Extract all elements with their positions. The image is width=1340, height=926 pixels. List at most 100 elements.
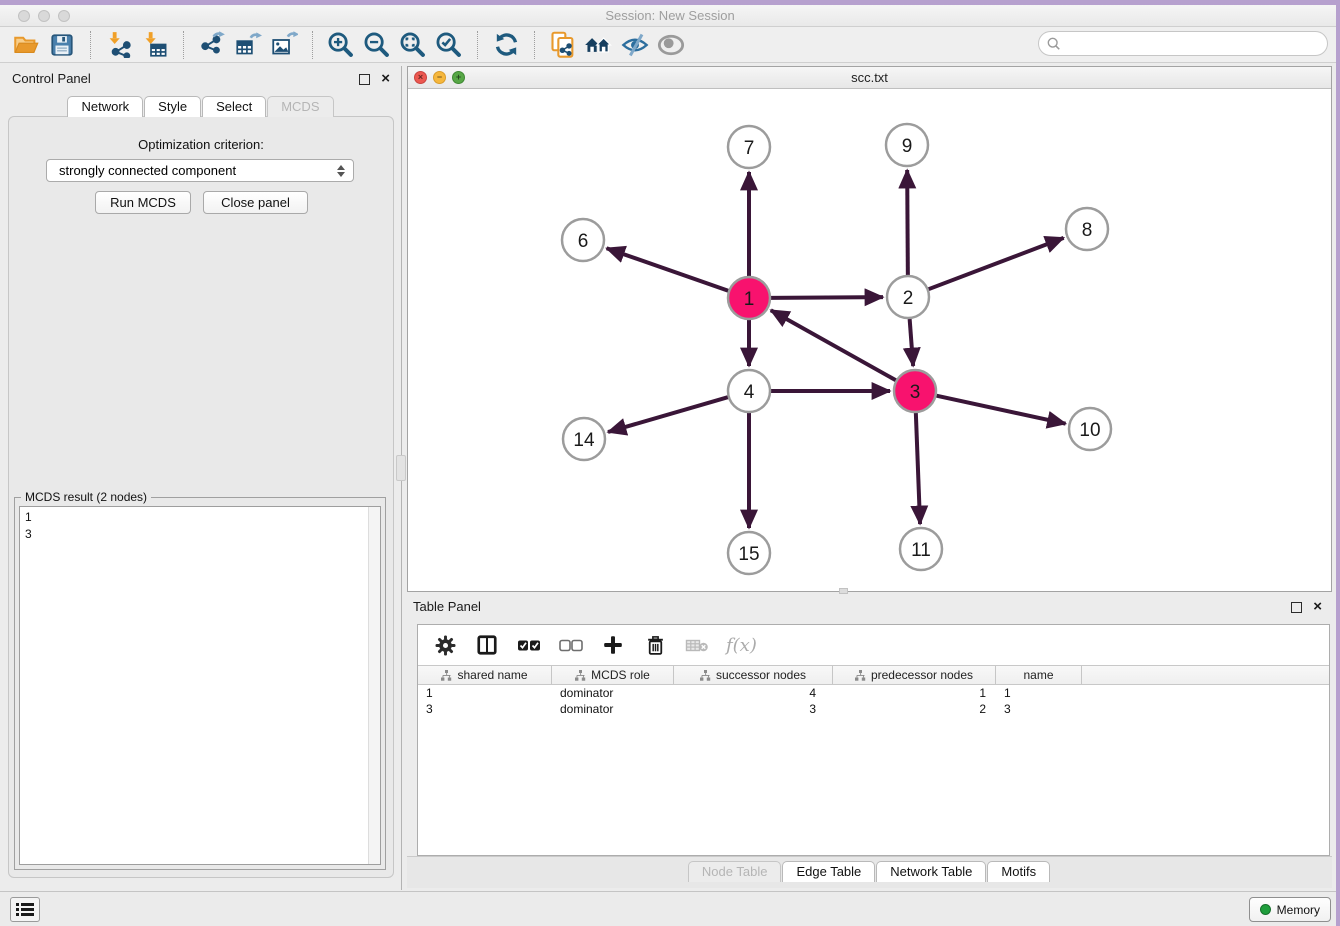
show-all-icon[interactable] xyxy=(653,29,689,61)
graph-edge-3-10[interactable] xyxy=(936,396,1065,424)
deselect-all-icon[interactable] xyxy=(558,632,584,658)
chevron-up-down-icon xyxy=(337,165,345,177)
export-network-icon[interactable] xyxy=(194,29,230,61)
tab-network-table[interactable]: Network Table xyxy=(876,861,986,882)
first-neighbors-icon[interactable] xyxy=(581,29,617,61)
network-window-titlebar[interactable]: × − + scc.txt xyxy=(408,67,1331,89)
import-network-icon[interactable] xyxy=(101,29,137,61)
search-box[interactable] xyxy=(1038,31,1328,56)
tab-mcds[interactable]: MCDS xyxy=(267,96,333,117)
column-layout-icon[interactable] xyxy=(474,632,500,658)
save-session-icon[interactable] xyxy=(44,29,80,61)
close-panel-button[interactable]: Close panel xyxy=(203,191,308,214)
import-table-icon[interactable] xyxy=(137,29,173,61)
table-settings-gear-icon[interactable] xyxy=(432,632,458,658)
criterion-dropdown[interactable]: strongly connected component xyxy=(46,159,354,182)
graph-edge-2-8[interactable] xyxy=(929,238,1064,289)
title-bar[interactable]: Session: New Session xyxy=(0,5,1340,27)
hierarchy-sort-icon xyxy=(855,670,866,681)
column-header-MCDS-role[interactable]: MCDS role xyxy=(552,666,674,684)
tab-network[interactable]: Network xyxy=(67,96,143,117)
graph-node-label: 8 xyxy=(1082,220,1093,241)
network-view-window: × − + scc.txt 7 9 6 8 1 2 4 3 14 10 15 11 xyxy=(407,66,1332,592)
control-panel-header: Control Panel × xyxy=(6,68,396,92)
graph-edge-4-14[interactable] xyxy=(608,397,728,432)
zoom-fit-icon[interactable] xyxy=(395,29,431,61)
panel-splitter-handle[interactable] xyxy=(396,455,406,481)
mcds-result-list[interactable]: 13 xyxy=(19,506,381,865)
graph-node-10[interactable]: 10 xyxy=(1069,408,1111,450)
column-header-label: MCDS role xyxy=(591,668,650,682)
float-panel-icon[interactable] xyxy=(359,74,370,85)
memory-button[interactable]: Memory xyxy=(1249,897,1331,922)
add-column-icon[interactable] xyxy=(600,632,626,658)
graph-node-1[interactable]: 1 xyxy=(728,277,770,319)
graph-node-label: 10 xyxy=(1079,420,1100,441)
table-panel-header: Table Panel × xyxy=(407,596,1332,620)
zoom-selected-icon[interactable] xyxy=(431,29,467,61)
graph-node-label: 9 xyxy=(902,136,913,157)
column-header-predecessor-nodes[interactable]: predecessor nodes xyxy=(833,666,996,684)
table-toolbar: f(x) xyxy=(418,625,1329,665)
graph-node-15[interactable]: 15 xyxy=(728,532,770,574)
graph-node-4[interactable]: 4 xyxy=(728,370,770,412)
close-panel-icon[interactable]: × xyxy=(381,68,390,90)
tab-style[interactable]: Style xyxy=(144,96,201,117)
network-canvas[interactable]: 7 9 6 8 1 2 4 3 14 10 15 11 xyxy=(408,89,1331,591)
open-file-icon[interactable] xyxy=(8,29,44,61)
tab-motifs[interactable]: Motifs xyxy=(987,861,1050,882)
delete-column-icon[interactable] xyxy=(642,632,668,658)
graph-node-label: 1 xyxy=(744,289,755,310)
run-mcds-button[interactable]: Run MCDS xyxy=(95,191,191,214)
graph-edge-1-2[interactable] xyxy=(771,297,883,298)
toolbar-separator xyxy=(312,31,313,59)
task-history-button[interactable] xyxy=(10,897,40,922)
column-header-label: predecessor nodes xyxy=(871,668,973,682)
scrollbar-track[interactable] xyxy=(368,507,380,864)
tab-edge-table[interactable]: Edge Table xyxy=(782,861,875,882)
graph-node-2[interactable]: 2 xyxy=(887,276,929,318)
export-table-icon[interactable] xyxy=(230,29,266,61)
graph-node-3[interactable]: 3 xyxy=(894,370,936,412)
graph-node-6[interactable]: 6 xyxy=(562,219,604,261)
close-panel-icon[interactable]: × xyxy=(1313,596,1322,618)
graph-edge-3-1[interactable] xyxy=(771,310,896,380)
table-panel: Table Panel × xyxy=(407,596,1332,890)
graph-node-8[interactable]: 8 xyxy=(1066,208,1108,250)
duplicate-network-icon[interactable] xyxy=(545,29,581,61)
tab-node-table[interactable]: Node Table xyxy=(688,861,782,882)
graph-edge-2-9[interactable] xyxy=(907,170,908,275)
export-image-icon[interactable] xyxy=(266,29,302,61)
zoom-in-icon[interactable] xyxy=(323,29,359,61)
mcds-result-item: 1 xyxy=(25,509,380,526)
network-window-title: scc.txt xyxy=(408,70,1331,85)
toolbar-separator xyxy=(534,31,535,59)
table-row[interactable]: 3dominator323 xyxy=(418,701,1329,717)
column-header-shared-name[interactable]: shared name xyxy=(418,666,552,684)
graph-edge-1-6[interactable] xyxy=(607,248,729,290)
select-all-icon[interactable] xyxy=(516,632,542,658)
graph-node-9[interactable]: 9 xyxy=(886,124,928,166)
float-panel-icon[interactable] xyxy=(1291,602,1302,613)
graph-node-label: 15 xyxy=(738,544,759,565)
graph-node-14[interactable]: 14 xyxy=(563,418,605,460)
window-title: Session: New Session xyxy=(0,8,1340,23)
graph-edge-2-3[interactable] xyxy=(910,319,914,366)
function-builder-icon[interactable]: f(x) xyxy=(726,635,757,656)
delete-table-icon[interactable] xyxy=(684,632,710,658)
zoom-out-icon[interactable] xyxy=(359,29,395,61)
horizontal-splitter-handle[interactable] xyxy=(839,588,848,594)
refresh-icon[interactable] xyxy=(488,29,524,61)
search-input[interactable] xyxy=(1066,37,1327,51)
column-header-successor-nodes[interactable]: successor nodes xyxy=(674,666,833,684)
graph-node-label: 6 xyxy=(578,231,589,252)
column-header-label: shared name xyxy=(457,668,527,682)
graph-edge-3-11[interactable] xyxy=(916,413,920,524)
graph-node-11[interactable]: 11 xyxy=(900,528,942,570)
tab-select[interactable]: Select xyxy=(202,96,266,117)
mcds-result-group: MCDS result (2 nodes) 13 xyxy=(14,497,386,870)
graph-node-7[interactable]: 7 xyxy=(728,126,770,168)
hide-selected-icon[interactable] xyxy=(617,29,653,61)
column-header-name[interactable]: name xyxy=(996,666,1082,684)
table-row[interactable]: 1dominator411 xyxy=(418,685,1329,701)
